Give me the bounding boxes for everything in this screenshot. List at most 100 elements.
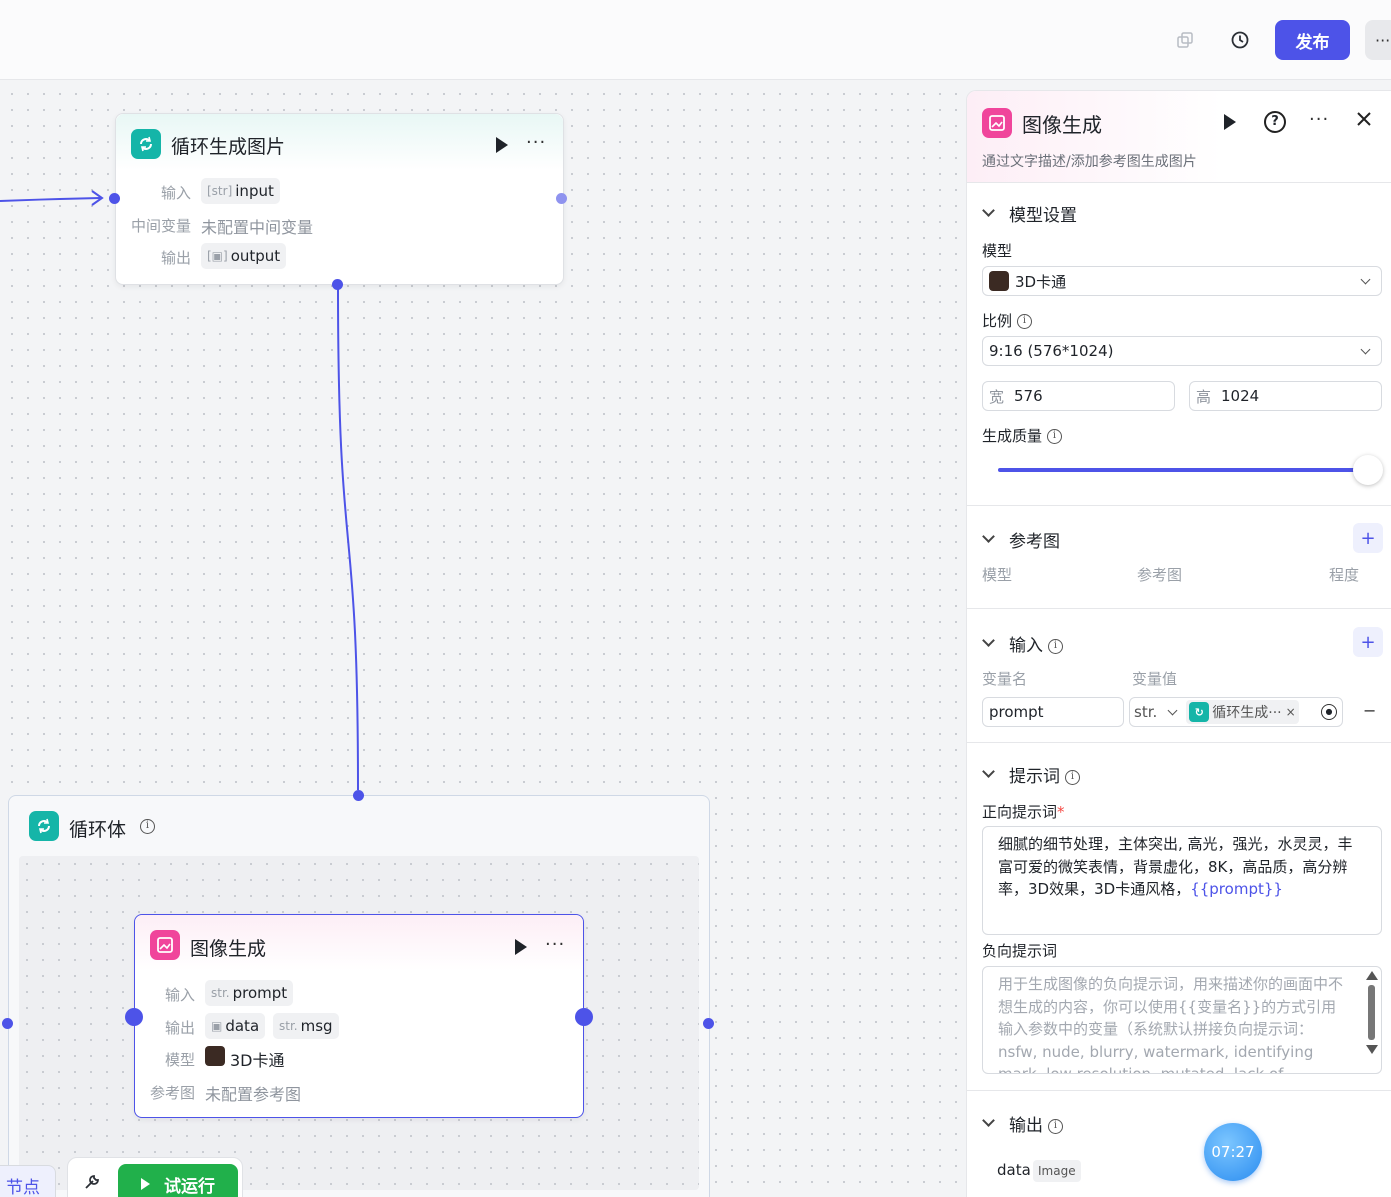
output-tag-msg: str. msg: [273, 1013, 339, 1039]
node-more-icon[interactable]: ···: [545, 934, 565, 955]
negative-prompt-textarea[interactable]: 用于生成图像的负向提示词，用来描述你的画面中不想生成的内容，你可以使用{{变量名…: [982, 966, 1382, 1074]
textarea-scrollbar[interactable]: [1366, 971, 1378, 1069]
model-label: 模型: [165, 1051, 196, 1069]
info-icon[interactable]: i: [1017, 314, 1033, 329]
node-more-icon[interactable]: ···: [526, 132, 546, 153]
session-timer[interactable]: 07:27: [1204, 1123, 1262, 1181]
remove-ref-icon[interactable]: ×: [1286, 705, 1296, 719]
remove-variable-icon[interactable]: −: [1363, 701, 1376, 720]
input-tag: [str] input: [201, 178, 280, 204]
run-node-icon[interactable]: [1224, 114, 1236, 130]
add-node-button[interactable]: 节点: [0, 1165, 56, 1197]
info-icon[interactable]: i: [1048, 1118, 1063, 1134]
collapse-chevron-icon[interactable]: [982, 634, 995, 647]
run-node-icon[interactable]: [496, 137, 508, 153]
collapse-chevron-icon[interactable]: [982, 765, 995, 778]
loop-icon: ↻: [1189, 702, 1210, 722]
negative-prompt-label: 负向提示词: [982, 942, 1058, 960]
collapse-chevron-icon[interactable]: [982, 1114, 995, 1127]
model-select-value: 3D卡通: [1015, 272, 1067, 291]
image-in-port[interactable]: [125, 1008, 143, 1026]
model-label: 模型: [982, 242, 1013, 260]
input-label: 输入: [161, 184, 192, 202]
collapse-chevron-icon[interactable]: [982, 204, 995, 217]
model-value: 3D卡通: [230, 1051, 285, 1070]
ref-image-label: 参考图: [150, 1084, 196, 1102]
image-out-port[interactable]: [575, 1008, 593, 1026]
output-section-text: 输出: [1009, 1116, 1043, 1136]
input-name: prompt: [232, 984, 288, 1002]
output-tag-data: ▣ data: [205, 1013, 266, 1039]
collapse-chevron-icon[interactable]: [982, 530, 995, 543]
loop-out-port[interactable]: [556, 193, 567, 204]
loop-body-title: 循环体: [69, 819, 127, 841]
workflow-canvas[interactable]: 循环生成图片 ··· 输入 [str] input 中间变量 未配置中间变量 输…: [0, 80, 966, 1197]
prompt-section-title: 提示词 i: [1009, 762, 1080, 787]
loop-body-left-port[interactable]: [2, 1018, 13, 1029]
image-gen-node[interactable]: 图像生成 ··· 输入 str. prompt 输出 ▣ data str. m…: [134, 914, 584, 1118]
var-ref-tag: ↻ 循环生成··· ×: [1186, 700, 1299, 724]
ratio-select[interactable]: 9:16 (576*1024): [982, 336, 1382, 366]
loop-icon: [131, 129, 161, 159]
chevron-down-icon: [1167, 705, 1178, 715]
variable-picker-icon[interactable]: ●: [1321, 704, 1337, 720]
model-select[interactable]: 3D卡通: [982, 266, 1382, 296]
panel-description: 通过文字描述/添加参考图生成图片: [982, 154, 1197, 170]
info-icon[interactable]: i: [1065, 769, 1080, 785]
model-avatar: [205, 1046, 225, 1066]
width-input[interactable]: 宽 576: [982, 381, 1175, 411]
copy-icon[interactable]: [1171, 26, 1199, 54]
test-run-label: 试运行: [164, 1176, 215, 1197]
input-section-title: 输入 i: [1009, 631, 1063, 656]
var-value-field[interactable]: str. ↻ 循环生成··· × ●: [1129, 697, 1343, 727]
loop-in-port[interactable]: [109, 193, 120, 204]
panel-more-icon[interactable]: ···: [1309, 109, 1329, 130]
quality-slider-handle[interactable]: [1353, 455, 1383, 485]
loop-body-port[interactable]: [332, 279, 343, 290]
image-type-icon: ▣: [211, 1019, 223, 1033]
close-icon[interactable]: [1355, 110, 1373, 132]
height-prefix: 高: [1196, 387, 1212, 406]
top-bar: 发布 ···: [0, 0, 1391, 80]
info-icon[interactable]: i: [140, 819, 155, 834]
width-value: 576: [1014, 387, 1043, 405]
output-tag: [▣] output: [201, 243, 287, 269]
quality-label-text: 生成质量: [982, 427, 1043, 445]
info-icon[interactable]: i: [1047, 429, 1063, 444]
quality-slider-track[interactable]: [998, 468, 1366, 472]
history-icon[interactable]: [1226, 26, 1254, 54]
mid-var-label: 中间变量: [131, 217, 192, 235]
input-label: 输入: [165, 986, 196, 1004]
output-name: data: [225, 1017, 260, 1035]
loop-body-right-port[interactable]: [703, 1018, 714, 1029]
ratio-select-value: 9:16 (576*1024): [989, 342, 1114, 360]
positive-prompt-label-text: 正向提示词: [982, 803, 1058, 821]
model-settings-title: 模型设置: [1009, 206, 1077, 226]
run-node-icon[interactable]: [515, 939, 527, 955]
help-icon[interactable]: ?: [1264, 111, 1286, 133]
more-options-button[interactable]: ···: [1365, 20, 1391, 60]
str-type-label: str.: [279, 1019, 298, 1033]
test-run-button[interactable]: 试运行: [118, 1164, 238, 1197]
ratio-label: 比例 i: [982, 310, 1033, 331]
height-input[interactable]: 高 1024: [1189, 381, 1382, 411]
image-gen-icon: [150, 930, 180, 960]
prompt-variable-ref: {{prompt}}: [1190, 880, 1283, 898]
output-name: msg: [300, 1017, 333, 1035]
publish-button[interactable]: 发布: [1275, 20, 1350, 60]
var-name-input[interactable]: prompt: [982, 697, 1124, 727]
var-value-header: 变量值: [1132, 670, 1178, 688]
add-ref-button[interactable]: +: [1353, 523, 1383, 553]
loop-node[interactable]: 循环生成图片 ··· 输入 [str] input 中间变量 未配置中间变量 输…: [115, 113, 564, 285]
output-section-title: 输出 i: [1009, 1111, 1063, 1136]
info-icon[interactable]: i: [1048, 638, 1063, 654]
positive-prompt-text: 细腻的细节处理，主体突出, 高光，强光，水灵灵，丰富可爱的微笑表情，背景虚化，8…: [998, 835, 1353, 898]
str-type-label: str.: [211, 986, 230, 1000]
loop-node-title: 循环生成图片: [171, 136, 286, 158]
add-input-button[interactable]: +: [1353, 627, 1383, 657]
wrench-icon[interactable]: [82, 1172, 102, 1196]
loop-body-in-port[interactable]: [353, 790, 364, 801]
positive-prompt-label: 正向提示词*: [982, 803, 1065, 821]
var-type-select[interactable]: str.: [1134, 703, 1157, 721]
positive-prompt-textarea[interactable]: 细腻的细节处理，主体突出, 高光，强光，水灵灵，丰富可爱的微笑表情，背景虚化，8…: [982, 826, 1382, 935]
